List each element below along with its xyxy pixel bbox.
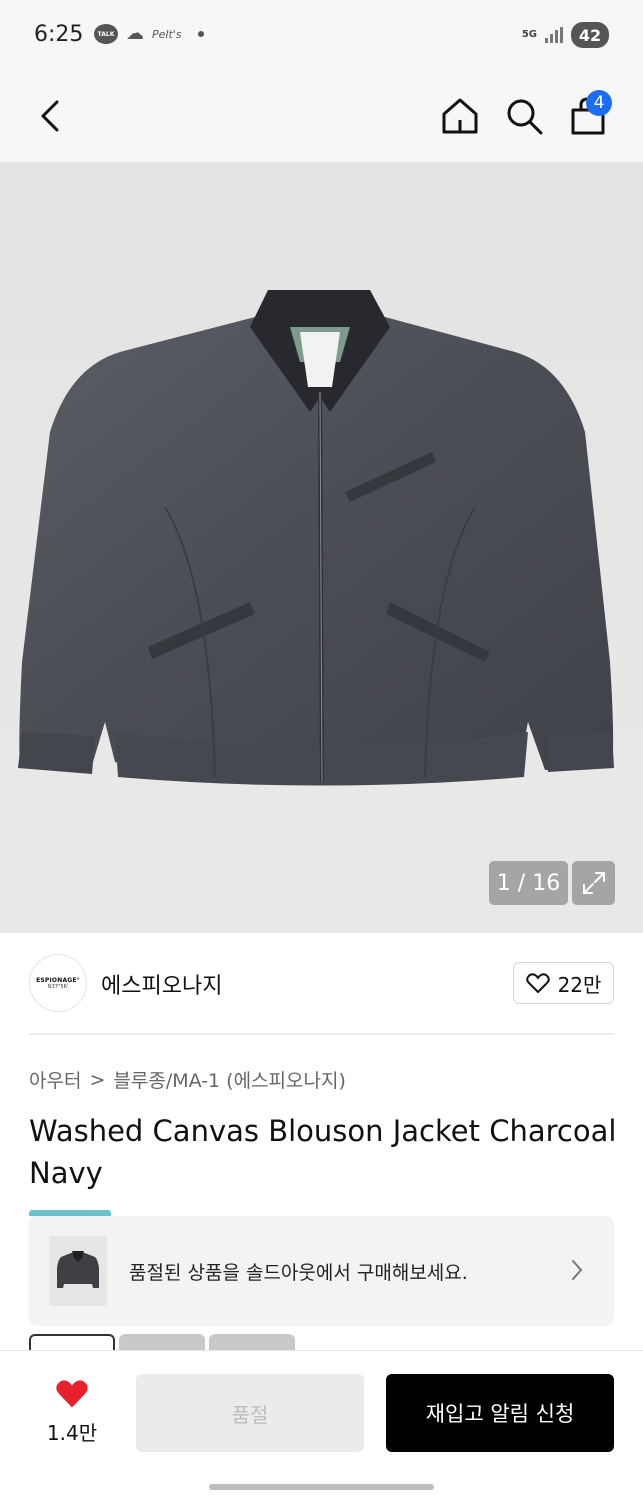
- heart-outline-icon: [525, 973, 550, 993]
- heart-filled-icon: [56, 1380, 88, 1408]
- brand-logo[interactable]: ESPIONAGE° N37°56': [29, 954, 87, 1012]
- search-icon: [507, 99, 543, 135]
- app-header: 4: [0, 72, 643, 230]
- cart-count-badge: 4: [586, 90, 612, 116]
- more-notifications-dot: [197, 31, 204, 37]
- kakaotalk-icon: TALK: [94, 24, 118, 44]
- home-icon: [442, 98, 478, 134]
- breadcrumb-subcategory[interactable]: 블루종/MA-1 (에스피오나지): [113, 1066, 346, 1093]
- cart-button[interactable]: 4: [566, 90, 612, 140]
- expand-image-button[interactable]: [572, 861, 615, 905]
- brand-like-button[interactable]: 22만: [513, 962, 614, 1004]
- notification-app-icon: Pelt's: [152, 27, 182, 41]
- status-bar: 6:25 TALK ☁ Pelt's 5G 42: [0, 0, 643, 72]
- wishlist-button[interactable]: 1.4만: [40, 1377, 104, 1446]
- chevron-right-icon: [570, 1258, 584, 1286]
- image-counter: 1 / 16: [489, 861, 568, 905]
- signal-icon: [545, 27, 563, 43]
- soldout-banner[interactable]: 품절된 상품을 솔드아웃에서 구매해보세요.: [29, 1216, 614, 1326]
- product-title: Washed Canvas Blouson Jacket Charcoal Na…: [29, 1114, 617, 1190]
- soldout-thumbnail: [49, 1236, 107, 1306]
- wishlist-count: 1.4만: [46, 1421, 98, 1445]
- battery-indicator: 42: [571, 22, 609, 48]
- weather-icon: ☁: [126, 23, 144, 44]
- soldout-banner-text: 품절된 상품을 솔드아웃에서 구매해보세요.: [129, 1262, 468, 1284]
- network-5g-icon: 5G: [521, 29, 537, 40]
- breadcrumb: 아우터 > 블루종/MA-1 (에스피오나지): [29, 1066, 346, 1093]
- breadcrumb-separator: >: [89, 1068, 106, 1091]
- brand-like-count: 22만: [557, 972, 602, 997]
- jacket-image: [18, 290, 614, 786]
- back-arrow-icon: [41, 100, 59, 132]
- status-time: 6:25: [34, 22, 84, 47]
- breadcrumb-category[interactable]: 아우터: [29, 1066, 81, 1093]
- search-button[interactable]: [502, 92, 546, 140]
- bottom-action-bar: 1.4만 품절 재입고 알림 신청: [0, 1350, 643, 1500]
- back-button[interactable]: [28, 92, 72, 140]
- soldout-button: 품절: [136, 1374, 364, 1452]
- product-image[interactable]: [0, 162, 643, 933]
- restock-alert-button[interactable]: 재입고 알림 신청: [386, 1374, 614, 1452]
- brand-name-link[interactable]: 에스피오나지: [101, 968, 222, 1000]
- home-button[interactable]: [438, 92, 482, 140]
- jacket-thumbnail-image: [57, 1251, 99, 1288]
- brand-row: ESPIONAGE° N37°56' 에스피오나지 22만: [29, 954, 614, 1012]
- home-indicator[interactable]: [209, 1484, 434, 1490]
- expand-icon: [582, 872, 605, 894]
- divider: [29, 1033, 614, 1035]
